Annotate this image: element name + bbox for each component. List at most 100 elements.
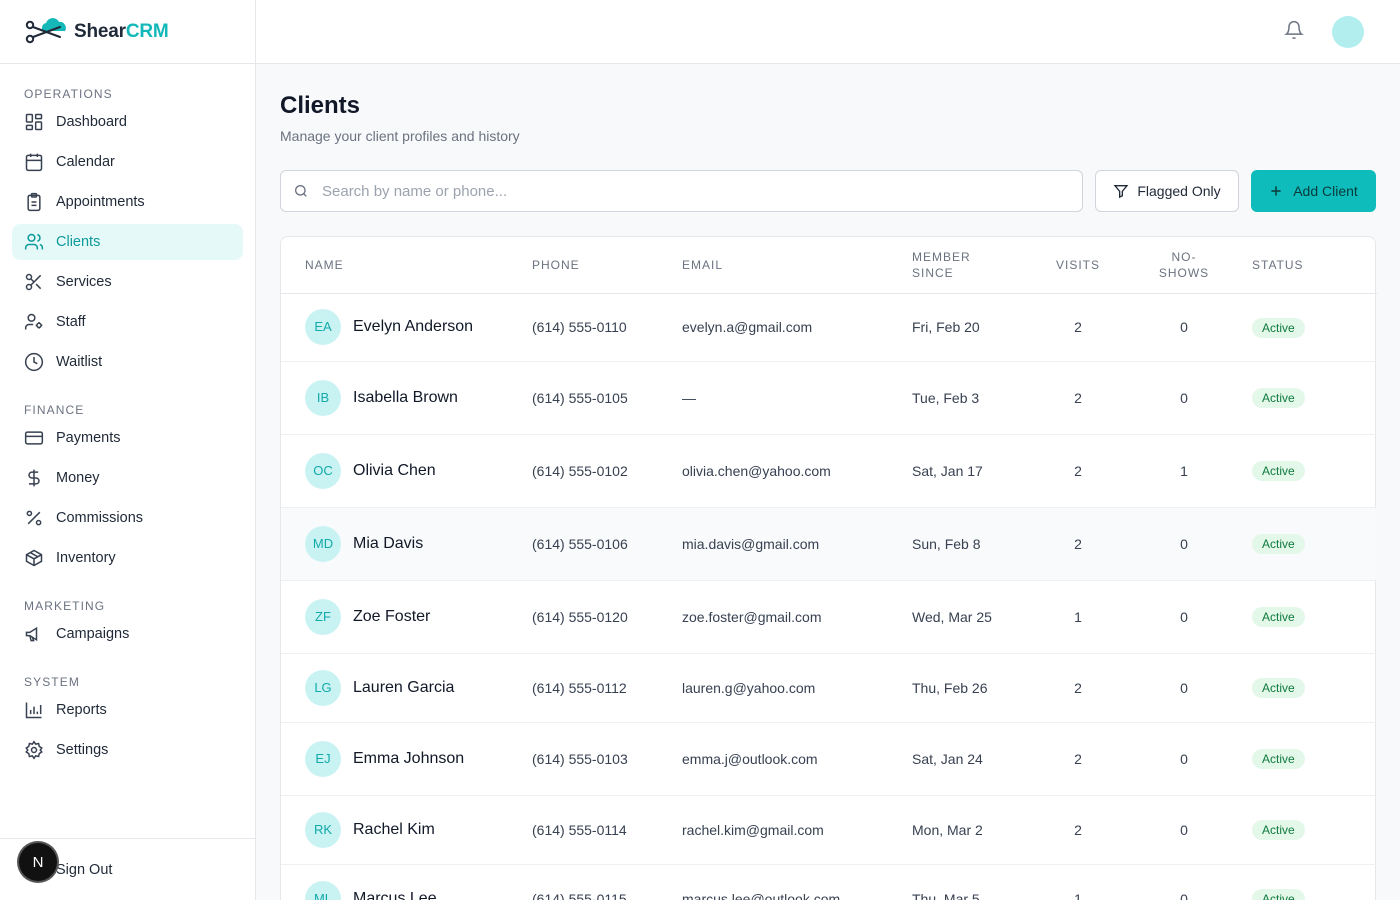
column-header-email[interactable]: EMAIL bbox=[682, 237, 912, 294]
client-no-shows: 0 bbox=[1116, 653, 1252, 723]
scissors-icon bbox=[24, 272, 44, 292]
client-initials-avatar: RK bbox=[305, 811, 341, 848]
client-name[interactable]: Marcus Lee bbox=[353, 889, 437, 900]
sidebar-item-calendar[interactable]: Calendar bbox=[12, 144, 243, 180]
sidebar-item-commissions[interactable]: Commissions bbox=[12, 500, 243, 536]
client-name[interactable]: Olivia Chen bbox=[353, 461, 436, 481]
sidebar-item-label: Settings bbox=[56, 742, 109, 758]
bell-icon[interactable] bbox=[1284, 20, 1308, 44]
column-header-member-since[interactable]: MEMBER SINCE bbox=[912, 237, 1040, 294]
clock-icon bbox=[24, 352, 44, 372]
client-name[interactable]: Evelyn Anderson bbox=[353, 317, 473, 337]
client-email: rachel.kim@gmail.com bbox=[682, 795, 912, 865]
scissors-cloud-logo-icon bbox=[24, 17, 68, 47]
table-row[interactable]: EJ Emma Johnson (614) 555-0103 emma.j@out… bbox=[281, 722, 1377, 796]
nav-section-title: SYSTEM bbox=[24, 675, 80, 689]
client-name[interactable]: Isabella Brown bbox=[353, 388, 458, 408]
client-visits: 1 bbox=[1040, 864, 1116, 900]
sidebar-item-label: Clients bbox=[56, 234, 101, 250]
sidebar-item-waitlist[interactable]: Waitlist bbox=[12, 344, 243, 380]
sidebar-item-label: Money bbox=[56, 470, 100, 486]
client-phone: (614) 555-0110 bbox=[532, 293, 682, 362]
client-member-since: Mon, Mar 2 bbox=[912, 795, 1040, 865]
user-avatar[interactable] bbox=[1332, 16, 1364, 48]
table-row[interactable]: IB Isabella Brown (614) 555-0105 — Tue, F… bbox=[281, 361, 1377, 435]
client-visits: 2 bbox=[1040, 361, 1116, 435]
staff-icon bbox=[24, 312, 44, 332]
brand[interactable]: ShearCRM bbox=[0, 0, 255, 64]
topbar bbox=[256, 0, 1400, 64]
table-row[interactable]: RK Rachel Kim (614) 555-0114 rachel.kim@g… bbox=[281, 795, 1377, 865]
credit-card-icon bbox=[24, 428, 44, 448]
sidebar-item-campaigns[interactable]: Campaigns bbox=[12, 616, 243, 652]
box-icon bbox=[24, 548, 44, 568]
sidebar-item-staff[interactable]: Staff bbox=[12, 304, 243, 340]
add-client-button[interactable]: Add Client bbox=[1251, 170, 1376, 212]
table-row[interactable]: ML Marcus Lee (614) 555-0115 marcus.lee@o… bbox=[281, 864, 1377, 900]
client-member-since: Sat, Jan 17 bbox=[912, 434, 1040, 508]
table-row[interactable]: MD Mia Davis (614) 555-0106 mia.davis@gma… bbox=[281, 507, 1377, 581]
status-badge: Active bbox=[1252, 461, 1305, 481]
add-client-label: Add Client bbox=[1293, 183, 1358, 199]
sidebar-item-settings[interactable]: Settings bbox=[12, 732, 243, 768]
percent-icon bbox=[24, 508, 44, 528]
sidebar-item-money[interactable]: Money bbox=[12, 460, 243, 496]
page-subtitle: Manage your client profiles and history bbox=[280, 128, 520, 144]
client-initials-avatar: MD bbox=[305, 525, 341, 562]
sidebar-item-services[interactable]: Services bbox=[12, 264, 243, 300]
column-header-status[interactable]: STATUS bbox=[1252, 237, 1377, 294]
flagged-only-button[interactable]: Flagged Only bbox=[1095, 170, 1239, 212]
client-name[interactable]: Zoe Foster bbox=[353, 607, 430, 627]
table-row[interactable]: OC Olivia Chen (614) 555-0102 olivia.chen… bbox=[281, 434, 1377, 508]
sidebar-item-label: Appointments bbox=[56, 194, 145, 210]
client-member-since: Fri, Feb 20 bbox=[912, 293, 1040, 362]
column-header-name[interactable]: NAME bbox=[281, 237, 532, 294]
client-no-shows: 0 bbox=[1116, 795, 1252, 865]
column-header-visits[interactable]: VISITS bbox=[1040, 237, 1116, 294]
sidebar-item-clients[interactable]: Clients bbox=[12, 224, 243, 260]
plus-icon bbox=[1269, 184, 1283, 198]
client-initials-avatar: EJ bbox=[305, 740, 341, 777]
sidebar-item-payments[interactable]: Payments bbox=[12, 420, 243, 456]
megaphone-icon bbox=[24, 624, 44, 644]
client-phone: (614) 555-0102 bbox=[532, 434, 682, 508]
sidebar-item-label: Commissions bbox=[56, 510, 144, 526]
nav-section-title: OPERATIONS bbox=[24, 87, 113, 101]
search-input[interactable] bbox=[322, 182, 1042, 200]
client-name[interactable]: Lauren Garcia bbox=[353, 678, 454, 698]
flagged-only-label: Flagged Only bbox=[1137, 183, 1221, 199]
client-email: — bbox=[682, 361, 912, 435]
table-row[interactable]: EA Evelyn Anderson (614) 555-0110 evelyn.… bbox=[281, 293, 1377, 362]
sidebar-item-appointments[interactable]: Appointments bbox=[12, 184, 243, 220]
sidebar-item-reports[interactable]: Reports bbox=[12, 692, 243, 728]
status-badge: Active bbox=[1252, 889, 1305, 900]
client-phone: (614) 555-0115 bbox=[532, 864, 682, 900]
status-badge: Active bbox=[1252, 388, 1305, 408]
table-row[interactable]: LG Lauren Garcia (614) 555-0112 lauren.g@… bbox=[281, 653, 1377, 723]
dashboard-icon bbox=[24, 112, 44, 132]
client-visits: 2 bbox=[1040, 293, 1116, 362]
app-badge[interactable]: N bbox=[19, 843, 57, 881]
bar-chart-icon bbox=[24, 700, 44, 720]
main-content: Clients Manage your client profiles and … bbox=[280, 64, 1377, 900]
table-row[interactable]: ZF Zoe Foster (614) 555-0120 zoe.foster@g… bbox=[281, 580, 1377, 654]
sidebar-item-inventory[interactable]: Inventory bbox=[12, 540, 243, 576]
sidebar-item-dashboard[interactable]: Dashboard bbox=[12, 104, 243, 140]
client-visits: 2 bbox=[1040, 434, 1116, 508]
sidebar-item-label: Inventory bbox=[56, 550, 116, 566]
column-header-no-shows[interactable]: NO- SHOWS bbox=[1116, 237, 1252, 294]
sidebar-footer: N Sign Out bbox=[0, 838, 255, 900]
sidebar-item-label: Calendar bbox=[56, 154, 115, 170]
client-initials-avatar: EA bbox=[305, 309, 341, 345]
column-header-phone[interactable]: PHONE bbox=[532, 237, 682, 294]
client-no-shows: 0 bbox=[1116, 507, 1252, 581]
client-name[interactable]: Mia Davis bbox=[353, 534, 423, 554]
client-member-since: Sun, Feb 8 bbox=[912, 507, 1040, 581]
sidebar-item-label: Services bbox=[56, 274, 112, 290]
status-badge: Active bbox=[1252, 534, 1305, 554]
toolbar: Flagged Only Add Client bbox=[280, 170, 1376, 212]
client-name[interactable]: Rachel Kim bbox=[353, 820, 435, 840]
status-badge: Active bbox=[1252, 749, 1305, 769]
client-name[interactable]: Emma Johnson bbox=[353, 749, 464, 769]
sidebar-item-label: Waitlist bbox=[56, 354, 103, 370]
